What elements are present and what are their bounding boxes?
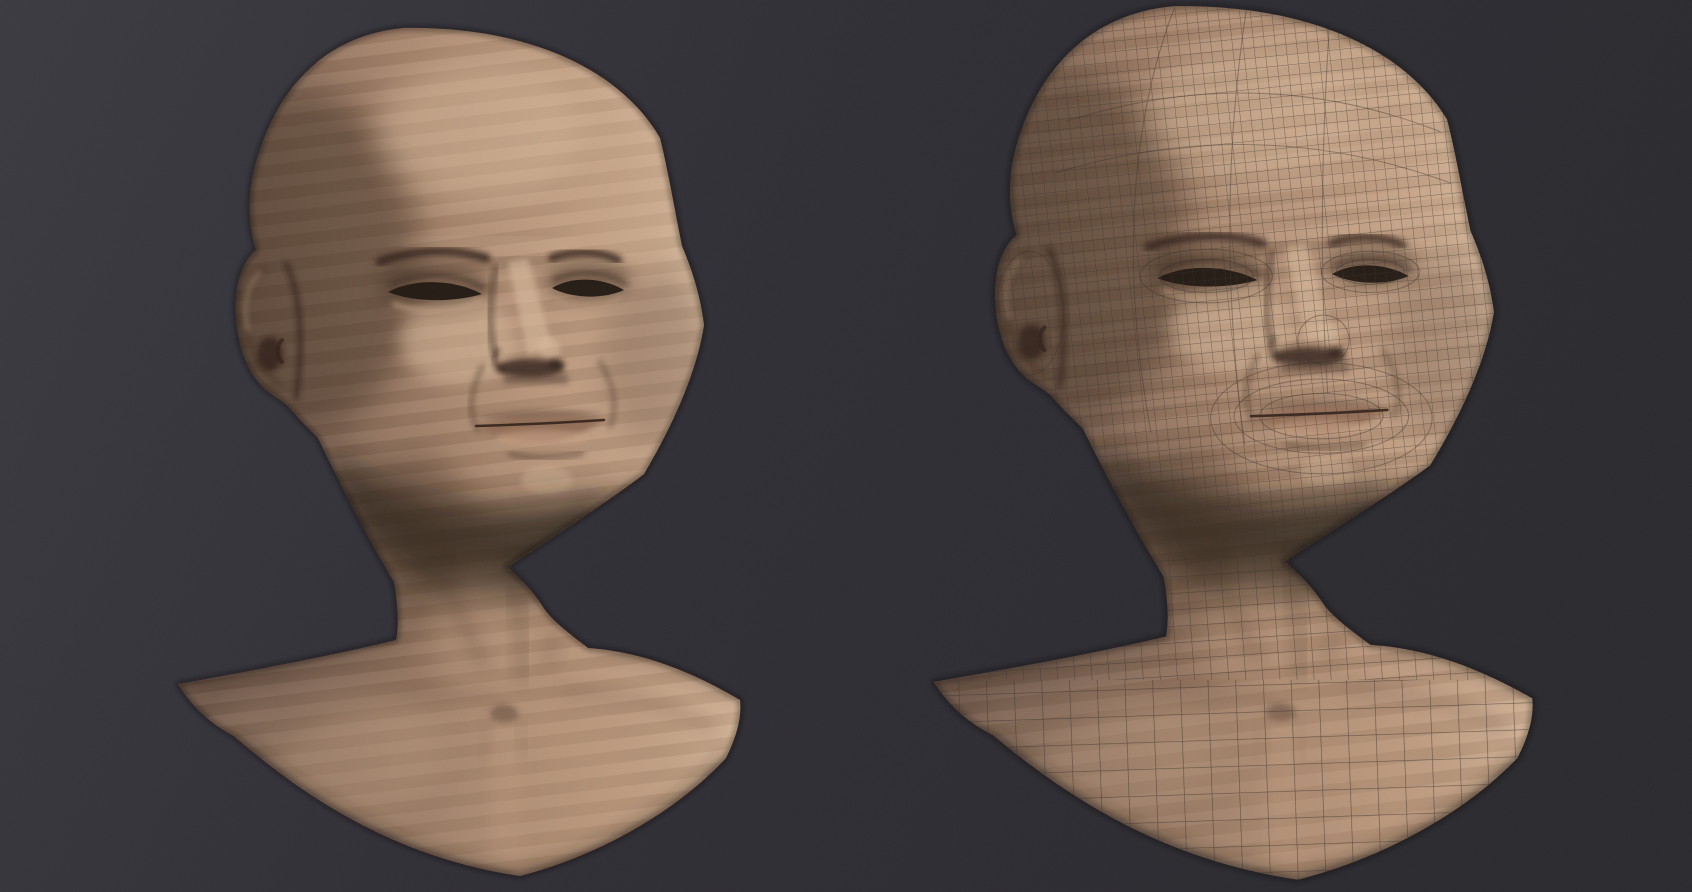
viewport-3d[interactable]: [0, 0, 1692, 892]
busts-render: [0, 0, 1692, 892]
